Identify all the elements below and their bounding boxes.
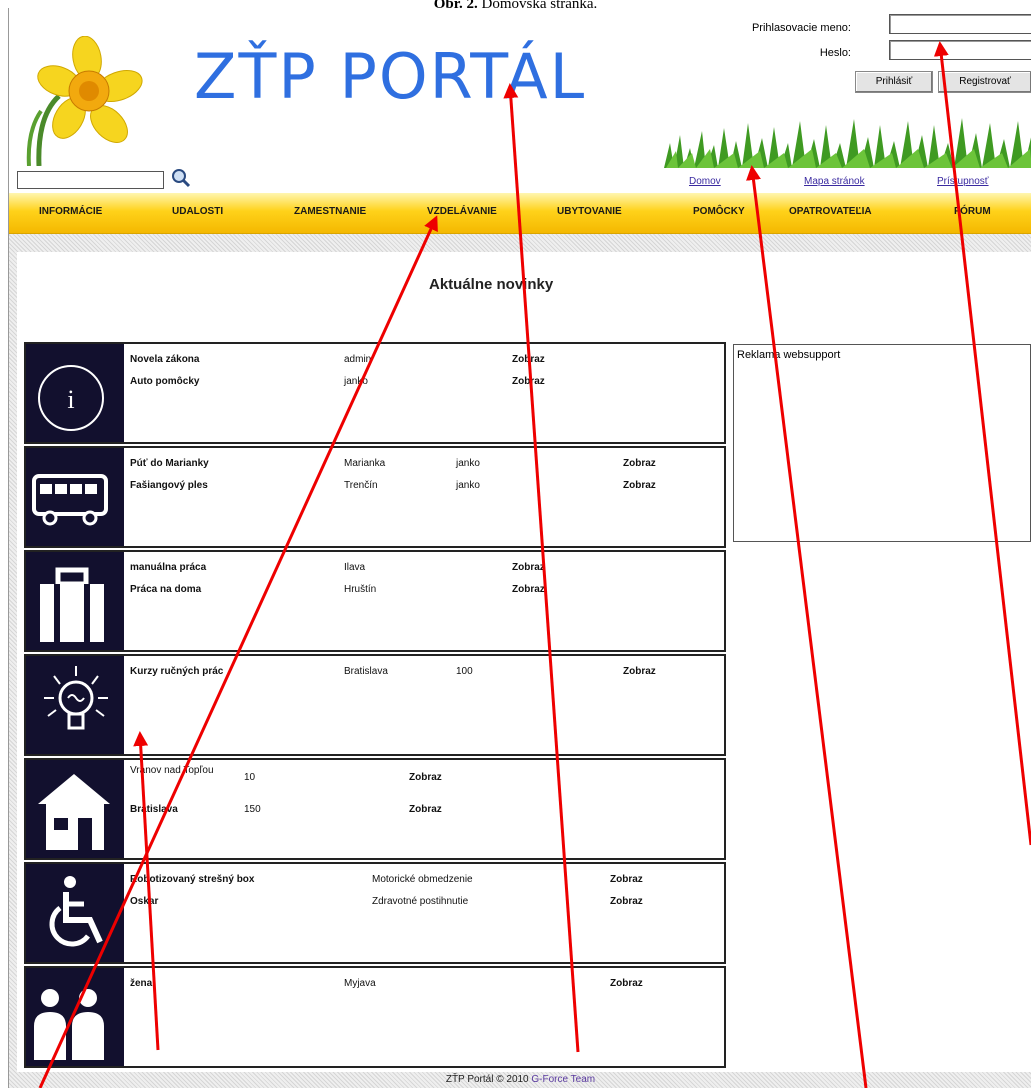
event-author: janko <box>456 458 480 469</box>
svg-text:i: i <box>67 385 74 414</box>
view-link[interactable]: Zobraz <box>409 804 442 815</box>
login-label: Prihlasovacie meno: <box>751 22 851 34</box>
lightbulb-icon <box>44 666 108 730</box>
event-author: janko <box>456 480 480 491</box>
header: ZŤP PORTÁL Prihlasovacie meno: Heslo: Pr… <box>9 8 1031 193</box>
news-author: admin <box>344 354 372 365</box>
bus-icon-tile <box>26 448 124 546</box>
nav-item-opatrovatelia[interactable]: OPATROVATEĽIA <box>789 206 872 217</box>
caregiver-place: Myjava <box>344 978 376 989</box>
aid-category: Zdravotné postihnutie <box>372 896 469 907</box>
bus-icon <box>32 474 108 526</box>
page-title: Aktuálne novinky <box>429 276 554 293</box>
info-icon: i <box>38 365 104 431</box>
housing-place: Vranov nad Topľou <box>130 765 214 776</box>
view-link[interactable]: Zobraz <box>512 354 545 365</box>
event-place: Trenčín <box>344 480 378 491</box>
view-link[interactable]: Zobraz <box>623 666 656 677</box>
login-button[interactable]: Prihlásiť <box>855 71 933 93</box>
housing-capacity: 10 <box>244 772 256 783</box>
link-sitemap[interactable]: Mapa stránok <box>804 176 865 187</box>
nav-item-udalosti[interactable]: UDALOSTI <box>172 206 223 217</box>
people-icon-tile <box>26 968 124 1066</box>
view-link[interactable]: Zobraz <box>610 896 643 907</box>
people-icon <box>34 989 104 1060</box>
password-input[interactable] <box>889 40 1031 60</box>
event-place: Marianka <box>344 458 386 469</box>
news-section-education: Kurzy ručných prác Bratislava 100 Zobraz <box>24 654 726 756</box>
search-input[interactable] <box>17 171 164 189</box>
news-section-aids: Robotizovaný strešný box Motorické obmed… <box>24 862 726 964</box>
job-title[interactable]: manuálna práca <box>130 562 206 573</box>
footer-team-link[interactable]: G-Force Team <box>531 1074 595 1085</box>
view-link[interactable]: Zobraz <box>512 584 545 595</box>
news-section-housing: Vranov nad Topľou 10 Zobraz Bratislava 1… <box>24 758 726 860</box>
nav-item-ubytovanie[interactable]: UBYTOVANIE <box>557 206 622 217</box>
job-place: Hruštín <box>344 584 377 595</box>
caregiver-title[interactable]: žena <box>130 978 152 989</box>
news-title[interactable]: Novela zákona <box>130 354 199 365</box>
housing-place: Bratislava <box>130 804 178 815</box>
news-section-caregivers: žena Myjava Zobraz <box>24 966 726 1068</box>
briefcase-icon-tile <box>26 552 124 650</box>
view-link[interactable]: Zobraz <box>623 458 656 469</box>
username-input[interactable] <box>889 14 1031 34</box>
news-section-info: i Novela zákona admin Zobraz Auto pomôck… <box>24 342 726 444</box>
wheelchair-icon-tile <box>26 864 124 962</box>
view-link[interactable]: Zobraz <box>409 772 442 783</box>
news-title[interactable]: Auto pomôcky <box>130 376 199 387</box>
site-logo-title[interactable]: ZŤP PORTÁL <box>194 40 586 113</box>
house-icon-tile <box>26 760 124 858</box>
course-capacity: 100 <box>456 666 473 677</box>
hatch-divider <box>9 234 1031 252</box>
news-section-jobs: manuálna práca Ilava Zobraz Práca na dom… <box>24 550 726 652</box>
grass-decoration-icon <box>664 118 1031 168</box>
course-title[interactable]: Kurzy ručných prác <box>130 666 223 677</box>
housing-capacity: 150 <box>244 804 261 815</box>
wheelchair-icon <box>49 876 103 947</box>
view-link[interactable]: Zobraz <box>610 978 643 989</box>
nav-item-pomocky[interactable]: POMÔCKY <box>693 206 745 217</box>
house-icon <box>38 774 110 850</box>
job-title[interactable]: Práca na doma <box>130 584 201 595</box>
search-icon[interactable] <box>171 168 191 188</box>
link-accessibility[interactable]: Prístupnosť <box>937 176 989 187</box>
hatch-side <box>9 252 17 1088</box>
course-place: Bratislava <box>344 666 388 677</box>
ad-label: Reklama websupport <box>737 349 841 361</box>
register-button[interactable]: Registrovať <box>938 71 1031 93</box>
daffodil-logo-icon <box>26 36 143 166</box>
main-navigation: INFORMÁCIE UDALOSTI ZAMESTNANIE VZDELÁVA… <box>9 193 1031 234</box>
password-label: Heslo: <box>819 47 851 59</box>
view-link[interactable]: Zobraz <box>610 874 643 885</box>
page-frame: ZŤP PORTÁL Prihlasovacie meno: Heslo: Pr… <box>8 8 1031 1088</box>
aid-title[interactable]: Robotizovaný strešný box <box>130 874 254 885</box>
nav-item-informacie[interactable]: INFORMÁCIE <box>39 206 102 217</box>
footer: ZŤP Portál © 2010 G-Force Team <box>445 1074 596 1085</box>
nav-item-vzdelavanie[interactable]: VZDELÁVANIE <box>427 206 497 217</box>
link-home[interactable]: Domov <box>689 176 721 187</box>
nav-item-forum[interactable]: FÓRUM <box>954 206 991 217</box>
briefcase-icon <box>40 567 104 642</box>
info-icon-tile: i <box>26 344 124 442</box>
lightbulb-icon-tile <box>26 656 124 754</box>
news-author: janko <box>344 376 368 387</box>
advertisement-box[interactable]: Reklama websupport <box>733 344 1031 542</box>
news-section-events: Púť do Marianky Marianka janko Zobraz Fa… <box>24 446 726 548</box>
view-link[interactable]: Zobraz <box>512 562 545 573</box>
aid-title[interactable]: Oskar <box>130 896 158 907</box>
view-link[interactable]: Zobraz <box>512 376 545 387</box>
event-title[interactable]: Púť do Marianky <box>130 458 209 469</box>
view-link[interactable]: Zobraz <box>623 480 656 491</box>
nav-item-zamestnanie[interactable]: ZAMESTNANIE <box>294 206 366 217</box>
event-title[interactable]: Fašiangový ples <box>130 480 208 491</box>
aid-category: Motorické obmedzenie <box>372 874 473 885</box>
job-place: Ilava <box>344 562 366 573</box>
